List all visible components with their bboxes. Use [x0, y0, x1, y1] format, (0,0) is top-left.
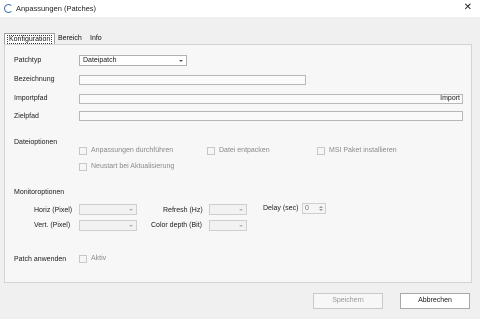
color-depth-select[interactable] [209, 220, 247, 231]
neustart-label: Neustart bei Aktualisierung [91, 163, 175, 170]
aktiv-label: Aktiv [91, 255, 107, 262]
zielpfad-label: Zielpfad [14, 113, 39, 120]
anpassungen-checkbox[interactable] [79, 147, 87, 155]
window-title: Anpassungen (Patches) [16, 4, 97, 13]
vert-select[interactable] [79, 220, 137, 231]
tab-label: Bereich [58, 35, 82, 42]
dialog-footer: Speichern Abbrechen [0, 284, 480, 319]
msi-checkbox[interactable] [317, 147, 325, 155]
color-depth-label: Color depth (Bit) [151, 222, 202, 229]
delay-label: Delay (sec) [263, 205, 299, 212]
entpacken-checkbox[interactable] [207, 147, 215, 155]
dateioptionen-heading: Dateioptionen [14, 139, 58, 146]
spin-down-icon[interactable] [319, 209, 323, 211]
chevron-down-icon [129, 225, 133, 227]
patchtyp-select[interactable]: Dateipatch [79, 55, 187, 66]
patchtyp-value: Dateipatch [83, 57, 117, 64]
vert-label: Vert. (Pixel) [34, 222, 71, 229]
importpfad-label: Importpfad [14, 95, 48, 102]
neustart-checkbox[interactable] [79, 163, 87, 171]
bezeichnung-input[interactable] [79, 75, 306, 85]
tab-label: Info [90, 35, 102, 42]
patch-anwenden-label: Patch anwenden [14, 256, 67, 263]
horiz-label: Horiz (Pixel) [34, 207, 73, 214]
aktiv-checkbox[interactable] [79, 255, 87, 263]
horiz-select[interactable] [79, 204, 137, 215]
chevron-down-icon [129, 209, 133, 211]
anpassungen-label: Anpassungen durchführen [91, 147, 174, 154]
monitoroptionen-heading: Monitoroptionen [14, 189, 65, 196]
msi-label: MSI Paket installieren [329, 147, 397, 154]
chevron-down-icon [239, 209, 243, 211]
refresh-select[interactable] [209, 204, 247, 215]
delay-spinner[interactable]: 0 [302, 203, 326, 214]
refresh-label: Refresh (Hz) [163, 207, 203, 214]
bezeichnung-label: Bezeichnung [14, 76, 55, 83]
chevron-down-icon [239, 225, 243, 227]
zielpfad-input[interactable] [79, 111, 463, 121]
patchtyp-label: Patchtyp [14, 57, 42, 64]
tab-panel-konfiguration: Patchtyp Dateipatch Bezeichnung Importpf… [4, 44, 472, 283]
app-icon [4, 4, 13, 13]
chevron-down-icon [179, 60, 183, 62]
title-bar: Anpassungen (Patches) ✕ [0, 0, 480, 17]
spin-up-icon[interactable] [319, 206, 323, 208]
tab-label: Konfiguration [7, 35, 53, 44]
tab-bereich[interactable]: Bereich [56, 33, 84, 44]
tab-info[interactable]: Info [88, 33, 104, 44]
importpfad-input[interactable]: Import [79, 94, 463, 104]
close-icon[interactable]: ✕ [464, 2, 472, 14]
delay-value: 0 [305, 205, 309, 212]
import-button[interactable]: Import [440, 95, 460, 103]
entpacken-label: Datei entpacken [219, 147, 270, 154]
cancel-button[interactable]: Abbrechen [400, 293, 470, 309]
save-button[interactable]: Speichern [313, 293, 383, 309]
